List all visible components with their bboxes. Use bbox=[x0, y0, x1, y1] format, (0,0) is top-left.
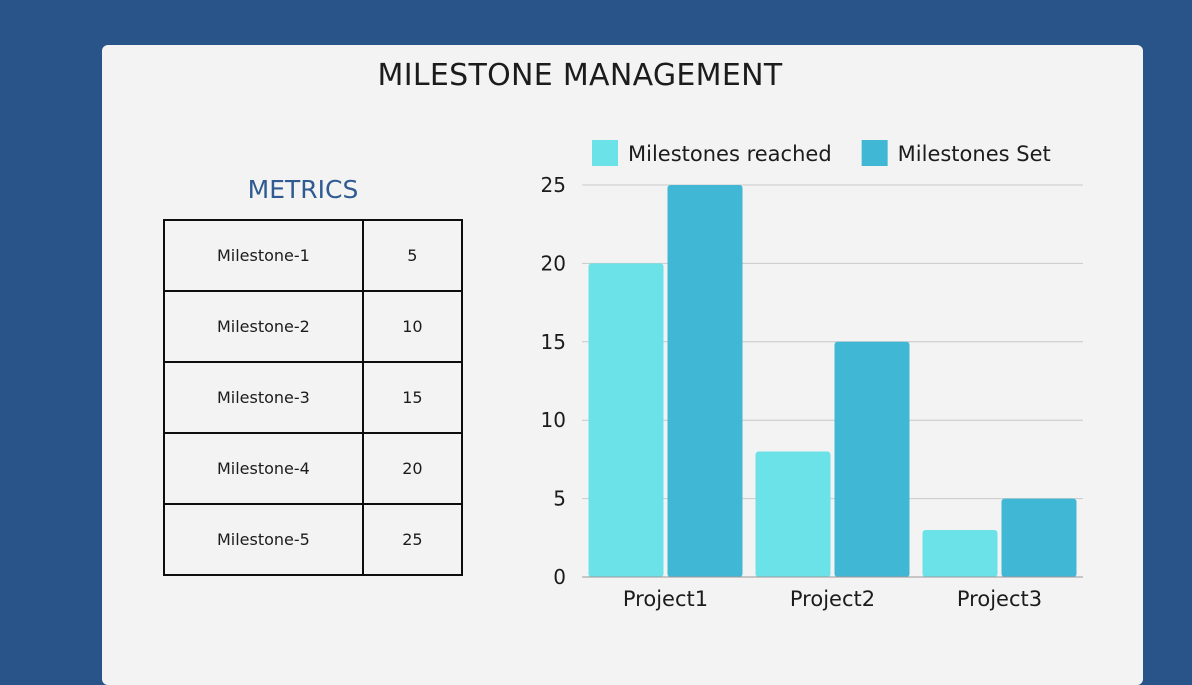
bar bbox=[755, 451, 831, 577]
legend-swatch bbox=[861, 140, 888, 166]
legend-swatch bbox=[592, 140, 618, 166]
table-row: Milestone-5 25 bbox=[163, 503, 464, 576]
milestone-value-cell: 5 bbox=[361, 219, 464, 292]
y-tick-label: 10 bbox=[541, 408, 566, 432]
milestone-name-cell: Milestone-5 bbox=[163, 503, 364, 576]
y-tick-label: 25 bbox=[541, 173, 566, 197]
x-tick-label: Project1 bbox=[623, 587, 708, 611]
y-tick-label: 5 bbox=[553, 487, 566, 511]
bar bbox=[922, 529, 998, 577]
y-tick-label: 15 bbox=[541, 330, 566, 354]
bar bbox=[667, 185, 743, 577]
milestones-bar-chart: 0 5 10 15 20 25 Project1 Project2 Project3 Milest… bbox=[541, 140, 1083, 611]
bar bbox=[1001, 498, 1077, 577]
y-tick-label: 20 bbox=[541, 251, 566, 275]
legend-label: Milestones Set bbox=[898, 142, 1051, 166]
bar bbox=[834, 341, 910, 577]
milestone-name-cell: Milestone-1 bbox=[163, 219, 364, 292]
table-row: Milestone-3 15 bbox=[163, 361, 464, 434]
metrics-title: METRICS bbox=[247, 175, 359, 204]
metrics-table: Milestone-1 5 Milestone-2 10 Milestone-3… bbox=[163, 219, 464, 576]
milestone-value-cell: 15 bbox=[361, 361, 464, 434]
milestone-value-cell: 10 bbox=[361, 290, 464, 363]
y-tick-label: 0 bbox=[553, 565, 566, 589]
milestone-name-cell: Milestone-4 bbox=[163, 432, 364, 505]
bar bbox=[588, 263, 664, 577]
legend-label: Milestones reached bbox=[628, 142, 832, 166]
milestone-name-cell: Milestone-2 bbox=[163, 290, 364, 363]
milestone-name-cell: Milestone-3 bbox=[163, 361, 364, 434]
x-tick-label: Project2 bbox=[790, 587, 875, 611]
table-row: Milestone-2 10 bbox=[163, 290, 464, 363]
page-title: MILESTONE MANAGEMENT bbox=[377, 58, 783, 93]
milestone-value-cell: 25 bbox=[361, 503, 464, 576]
table-row: Milestone-4 20 bbox=[163, 432, 464, 505]
table-row: Milestone-1 5 bbox=[163, 219, 464, 292]
x-tick-label: Project3 bbox=[957, 587, 1042, 611]
milestone-value-cell: 20 bbox=[361, 432, 464, 505]
